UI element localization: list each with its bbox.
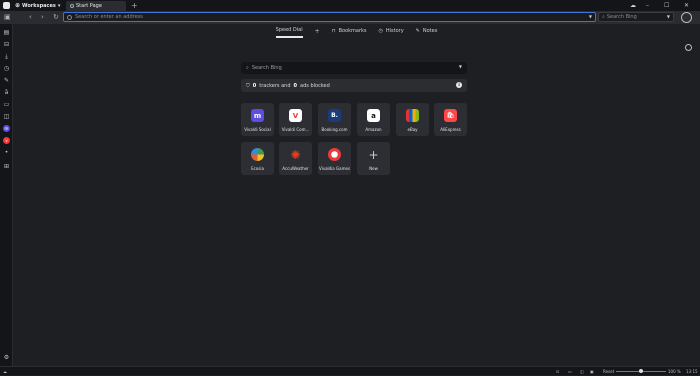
tab-notes[interactable]: ✎ Notes <box>416 24 438 38</box>
speed-dial-tile[interactable]: Ecosia <box>241 142 274 175</box>
tab-speed-dial[interactable]: Speed Dial <box>275 24 303 38</box>
info-icon[interactable]: i <box>456 82 462 88</box>
aliexpress-icon: 🛍 <box>444 109 457 122</box>
tab-bookmarks[interactable]: ⊓ Bookmarks <box>332 24 367 38</box>
window-icon[interactable]: ▭ <box>3 101 10 108</box>
mail-icon[interactable]: ◫ <box>3 113 10 120</box>
tile-label: AliExpress <box>440 127 461 132</box>
tile-label: New <box>369 166 378 171</box>
bing-placeholder: Search Bing <box>251 65 282 71</box>
tile-label: Ecosia <box>251 166 264 171</box>
speed-dial-tile[interactable]: m Vivaldi Social <box>241 103 274 136</box>
ecosia-icon <box>251 148 264 161</box>
maximize-button[interactable]: ☐ <box>664 0 669 11</box>
tab-label: History <box>385 28 404 34</box>
speed-dial-tile[interactable]: V Vivaldi Com... <box>279 103 312 136</box>
chevron-down-icon[interactable]: ▼ <box>459 64 462 69</box>
speed-dial-tile[interactable]: eBay <box>396 103 429 136</box>
start-page-settings-icon[interactable] <box>685 44 692 51</box>
speed-dial-tile[interactable]: 🛍 AliExpress <box>434 103 467 136</box>
bookmark-icon: ⊓ <box>331 28 336 34</box>
downloads-icon[interactable]: ⤓ <box>3 53 10 60</box>
speed-dial-tile[interactable]: a Amazon <box>357 103 390 136</box>
add-panel-icon[interactable]: ⊞ <box>3 163 10 170</box>
trackers-count: 0 <box>252 82 257 89</box>
bookmarks-icon[interactable]: ⊟ <box>3 41 10 48</box>
search-field[interactable]: ⌕ Search Bing ▼ <box>598 12 674 22</box>
tile-label: eBay <box>407 127 418 132</box>
notes-icon[interactable]: ✎ <box>3 77 10 84</box>
search-icon: ⌕ <box>246 65 249 71</box>
vivaldi-menu-icon[interactable] <box>3 2 10 9</box>
zoom-slider-handle[interactable] <box>639 369 643 373</box>
add-speed-dial-tile[interactable]: + New <box>357 142 390 175</box>
close-button[interactable]: ✕ <box>684 0 689 11</box>
tile-label: Amazon <box>365 127 382 132</box>
back-button[interactable]: ‹ <box>29 11 32 24</box>
tab-label: Bookmarks <box>338 28 367 34</box>
address-field[interactable]: Search or enter an address ▼ <box>63 12 596 22</box>
panel-toggle-icon[interactable]: ▤ <box>3 29 10 36</box>
history-icon[interactable]: ◷ <box>3 65 10 72</box>
tile-label: Vivaldi Com... <box>281 127 310 132</box>
tile-label: Vivaldi Social <box>244 127 271 132</box>
minimize-button[interactable]: – <box>646 0 649 11</box>
address-placeholder: Search or enter an address <box>75 14 143 20</box>
speed-dial-tile[interactable]: Vivaldia Games <box>318 142 351 175</box>
history-icon: ◷ <box>378 28 383 34</box>
ads-count: 0 <box>293 82 298 89</box>
add-speed-dial-group-button[interactable]: + <box>315 28 320 35</box>
search-icon: ⌕ <box>602 14 605 20</box>
tile-label: Vivaldia Games <box>318 166 351 171</box>
panel-toggle-icon[interactable]: ▣ <box>4 11 11 24</box>
search-placeholder: Search Bing <box>606 14 637 20</box>
chevron-down-icon: ▾ <box>57 2 61 9</box>
start-page-nav: Speed Dial + ⊓ Bookmarks ◷ History ✎ Not… <box>13 24 700 38</box>
add-panel-icon[interactable]: • <box>3 149 10 156</box>
tab-history[interactable]: ◷ History <box>379 24 404 38</box>
sync-cloud-icon[interactable]: ☁ <box>630 0 636 11</box>
tab-title: Start Page <box>76 3 102 9</box>
accuweather-icon: ✺ <box>290 147 301 162</box>
site-info-icon[interactable] <box>67 14 72 20</box>
forward-button[interactable]: › <box>41 11 44 24</box>
tab-label: Notes <box>422 28 438 34</box>
tile-label: AccuWeather <box>282 166 309 171</box>
reload-button[interactable]: ↻ <box>53 11 59 24</box>
ads-text: ads blocked <box>300 82 330 89</box>
new-tab-button[interactable]: + <box>131 0 138 11</box>
workspaces-button[interactable]: ⊕ Workspaces ▾ <box>15 0 60 11</box>
profile-avatar[interactable] <box>681 12 692 23</box>
translate-icon[interactable]: ā <box>3 89 10 96</box>
chevron-down-icon[interactable]: ▼ <box>589 14 592 19</box>
amazon-icon: a <box>367 109 380 122</box>
speed-dial-tile[interactable]: B. Booking.com <box>318 103 351 136</box>
mastodon-icon: m <box>251 109 264 122</box>
tile-label: Booking.com <box>321 127 348 132</box>
vivaldi-icon[interactable]: v <box>3 137 10 144</box>
status-bar: ☁ ⊡ ▭ ◫ ▣ Reset 100 % 13:15 <box>0 366 700 375</box>
tracker-blocker-summary[interactable]: ⛉ 0 trackers and 0 ads blocked i <box>241 79 467 92</box>
mastodon-icon[interactable]: m <box>3 125 10 132</box>
side-panel-bar: ▤ ⊟ ⤓ ◷ ✎ ā ▭ ◫ m v • ⊞ ⚙ <box>0 24 13 366</box>
ebay-icon <box>406 109 419 122</box>
plus-icon: + <box>368 147 379 162</box>
tab-start-page[interactable]: Start Page <box>66 1 126 11</box>
address-bar-row: ▣ ‹ › ↻ Search or enter an address ▼ ⌕ S… <box>0 11 700 24</box>
trackers-text: trackers and <box>259 82 291 89</box>
speed-dial-tile[interactable]: ✺ AccuWeather <box>279 142 312 175</box>
start-page-search[interactable]: ⌕ Search Bing ▼ <box>241 62 467 74</box>
start-page-icon <box>70 4 74 8</box>
workspaces-label: Workspaces <box>22 2 56 9</box>
title-bar: ⊕ Workspaces ▾ Start Page + ☁ – ☐ ✕ <box>0 0 700 11</box>
settings-icon[interactable]: ⚙ <box>3 354 10 361</box>
booking-icon: B. <box>328 109 341 122</box>
vivaldi-icon: V <box>289 109 302 122</box>
chevron-down-icon[interactable]: ▼ <box>667 14 670 19</box>
notes-icon: ✎ <box>415 28 420 34</box>
shield-icon: ⛉ <box>246 82 250 89</box>
tab-label: Speed Dial <box>275 27 303 33</box>
vivaldia-games-icon <box>328 148 341 161</box>
workspaces-icon: ⊕ <box>15 2 21 9</box>
